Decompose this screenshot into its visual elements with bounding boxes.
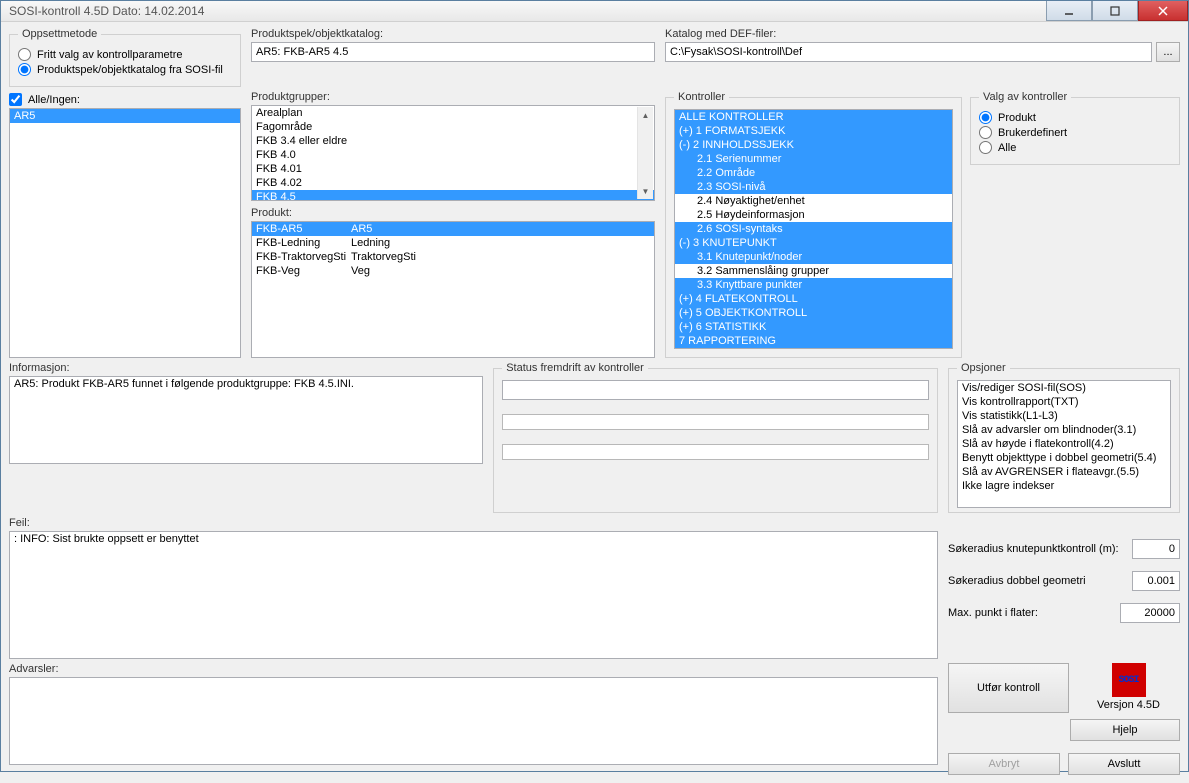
scrollbar[interactable]: ▲ ▼ <box>637 107 653 199</box>
informasjon-box: AR5: Produkt FKB-AR5 funnet i følgende p… <box>9 376 483 464</box>
kontroller-item[interactable]: 7 RAPPORTERING <box>675 334 952 348</box>
list-item[interactable]: Fagområde <box>252 120 654 134</box>
radio-produkt-input[interactable] <box>18 63 31 76</box>
kontroller-item[interactable]: (+) 6 STATISTIKK <box>675 320 952 334</box>
status-legend: Status fremdrift av kontroller <box>502 362 648 374</box>
list-item[interactable]: AR5 <box>10 109 240 123</box>
opsjon-item[interactable]: Slå av AVGRENSER i flateavgr.(5.5) <box>958 465 1170 479</box>
produkt-label: Produkt: <box>251 207 655 219</box>
radio-valg-alle[interactable]: Alle <box>979 141 1171 154</box>
kontroller-item[interactable]: (+) 5 OBJEKTKONTROLL <box>675 306 952 320</box>
katalog-field[interactable] <box>665 42 1152 62</box>
kontroller-item[interactable]: 2.5 Høydeinformasjon <box>675 208 952 222</box>
opsjon-item[interactable]: Vis kontrollrapport(TXT) <box>958 395 1170 409</box>
alle-ingen-input[interactable] <box>9 93 22 106</box>
param-sok-knute-input[interactable] <box>1132 539 1180 559</box>
opsjon-item[interactable]: Ikke lagre indekser <box>958 479 1170 493</box>
scroll-down-icon[interactable]: ▼ <box>638 183 653 199</box>
kontroller-item[interactable]: (-) 2 INNHOLDSSJEKK <box>675 138 952 152</box>
kontroller-item[interactable]: 2.2 Område <box>675 166 952 180</box>
kontroller-item[interactable]: 3.3 Knyttbare punkter <box>675 278 952 292</box>
list-item[interactable]: FKB 4.02 <box>252 176 654 190</box>
radio-produkt[interactable]: Produktspek/objektkatalog fra SOSI-fil <box>18 63 232 76</box>
window-title: SOSI-kontroll 4.5D Dato: 14.02.2014 <box>9 4 1046 18</box>
opsjoner-list[interactable]: Vis/rediger SOSI-fil(SOS)Vis kontrollrap… <box>957 380 1171 508</box>
list-item[interactable]: FKB 3.4 eller eldre <box>252 134 654 148</box>
app-window: SOSI-kontroll 4.5D Dato: 14.02.2014 Opps… <box>0 0 1189 772</box>
list-item[interactable]: FKB 4.01 <box>252 162 654 176</box>
kontroller-item[interactable]: 3.1 Knutepunkt/noder <box>675 250 952 264</box>
radio-valg-bruker[interactable]: Brukerdefinert <box>979 126 1171 139</box>
list-item[interactable]: FKB-VegVeg <box>252 264 654 278</box>
kontroller-item[interactable]: 2.3 SOSI-nivå <box>675 180 952 194</box>
utfor-kontroll-button[interactable]: Utfør kontroll <box>948 663 1069 713</box>
radio-fritt[interactable]: Fritt valg av kontrollparametre <box>18 48 232 61</box>
oppsettmetode-group: Oppsettmetode Fritt valg av kontrollpara… <box>9 28 241 87</box>
valg-kontroller-group: Valg av kontroller Produkt Brukerdefiner… <box>970 91 1180 165</box>
opsjon-item[interactable]: Benytt objekttype i dobbel geometri(5.4) <box>958 451 1170 465</box>
list-item[interactable]: FKB 4.5 <box>252 190 654 201</box>
opsjon-item[interactable]: Slå av advarsler om blindnoder(3.1) <box>958 423 1170 437</box>
kontroller-group: Kontroller ALLE KONTROLLER(+) 1 FORMATSJ… <box>665 91 962 358</box>
kontroller-item[interactable]: 3.2 Sammenslåing grupper <box>675 264 952 278</box>
progress-bar-1 <box>502 414 929 430</box>
list-item[interactable]: FKB-TraktorvegStiTraktorvegSti <box>252 250 654 264</box>
minimize-button[interactable] <box>1046 1 1092 21</box>
list-item[interactable]: FKB 4.0 <box>252 148 654 162</box>
informasjon-label: Informasjon: <box>9 362 483 374</box>
produktgrupper-label: Produktgrupper: <box>251 91 655 103</box>
hjelp-button[interactable]: Hjelp <box>1070 719 1180 741</box>
radio-valg-produkt[interactable]: Produkt <box>979 111 1171 124</box>
info-text: AR5: Produkt FKB-AR5 funnet i følgende p… <box>10 377 482 391</box>
close-button[interactable] <box>1138 1 1188 21</box>
kontroller-item[interactable]: 2.6 SOSI-syntaks <box>675 222 952 236</box>
kontroller-item[interactable]: ALLE KONTROLLER <box>675 110 952 124</box>
kontroller-item[interactable]: 2.4 Nøyaktighet/enhet <box>675 194 952 208</box>
param-sok-dobbel-label: Søkeradius dobbel geometri <box>948 575 1086 587</box>
feil-label: Feil: <box>9 517 938 529</box>
param-sok-knute-label: Søkeradius knutepunktkontroll (m): <box>948 543 1119 555</box>
produktspek-field[interactable] <box>251 42 655 62</box>
alle-ingen-checkbox[interactable]: Alle/Ingen: <box>9 93 241 106</box>
kontroller-item[interactable]: (-) 3 KNUTEPUNKT <box>675 236 952 250</box>
kontroller-item[interactable]: (+) 1 FORMATSJEKK <box>675 124 952 138</box>
versjon-label: Versjon 4.5D <box>1097 699 1160 711</box>
produktspek-label: Produktspek/objektkatalog: <box>251 28 655 40</box>
kontroller-item[interactable]: (+) 4 FLATEKONTROLL <box>675 292 952 306</box>
list-item[interactable]: FKB-LedningLedning <box>252 236 654 250</box>
kontroller-item[interactable]: 2.1 Serienummer <box>675 152 952 166</box>
advarsler-label: Advarsler: <box>9 663 938 675</box>
opsjon-item[interactable]: Vis statistikk(L1-L3) <box>958 409 1170 423</box>
katalog-label: Katalog med DEF-filer: <box>665 28 1180 40</box>
produkt-list[interactable]: FKB-AR5AR5FKB-LedningLedningFKB-Traktorv… <box>251 221 655 358</box>
browse-button[interactable]: ... <box>1156 42 1180 62</box>
radio-fritt-input[interactable] <box>18 48 31 61</box>
progress-bar-2 <box>502 444 929 460</box>
sosi-logo-icon: SOSI <box>1112 663 1146 697</box>
opsjon-item[interactable]: Vis/rediger SOSI-fil(SOS) <box>958 381 1170 395</box>
oppsettmetode-legend: Oppsettmetode <box>18 28 101 40</box>
advarsler-box <box>9 677 938 765</box>
param-sok-dobbel-input[interactable] <box>1132 571 1180 591</box>
feil-box: : INFO: Sist brukte oppsett er benyttet <box>9 531 938 659</box>
feil-text: : INFO: Sist brukte oppsett er benyttet <box>10 532 937 546</box>
valg-legend: Valg av kontroller <box>979 91 1071 103</box>
opsjoner-group: Opsjoner Vis/rediger SOSI-fil(SOS)Vis ko… <box>948 362 1180 513</box>
status-text <box>502 380 929 400</box>
opsjoner-legend: Opsjoner <box>957 362 1010 374</box>
opsjon-item[interactable]: Slå av høyde i flatekontroll(4.2) <box>958 437 1170 451</box>
produktgrupper-list[interactable]: ▲ ▼ ArealplanFagområdeFKB 3.4 eller eldr… <box>251 105 655 201</box>
maximize-button[interactable] <box>1092 1 1138 21</box>
list-item[interactable]: Arealplan <box>252 106 654 120</box>
kontroller-legend: Kontroller <box>674 91 729 103</box>
param-max-punkt-input[interactable] <box>1120 603 1180 623</box>
list-item[interactable]: FKB-AR5AR5 <box>252 222 654 236</box>
status-group: Status fremdrift av kontroller <box>493 362 938 513</box>
scroll-up-icon[interactable]: ▲ <box>638 107 653 123</box>
param-max-punkt-label: Max. punkt i flater: <box>948 607 1038 619</box>
kontroller-list[interactable]: ALLE KONTROLLER(+) 1 FORMATSJEKK(-) 2 IN… <box>674 109 953 349</box>
titlebar: SOSI-kontroll 4.5D Dato: 14.02.2014 <box>1 1 1188 22</box>
alle-ingen-list[interactable]: AR5 <box>9 108 241 358</box>
